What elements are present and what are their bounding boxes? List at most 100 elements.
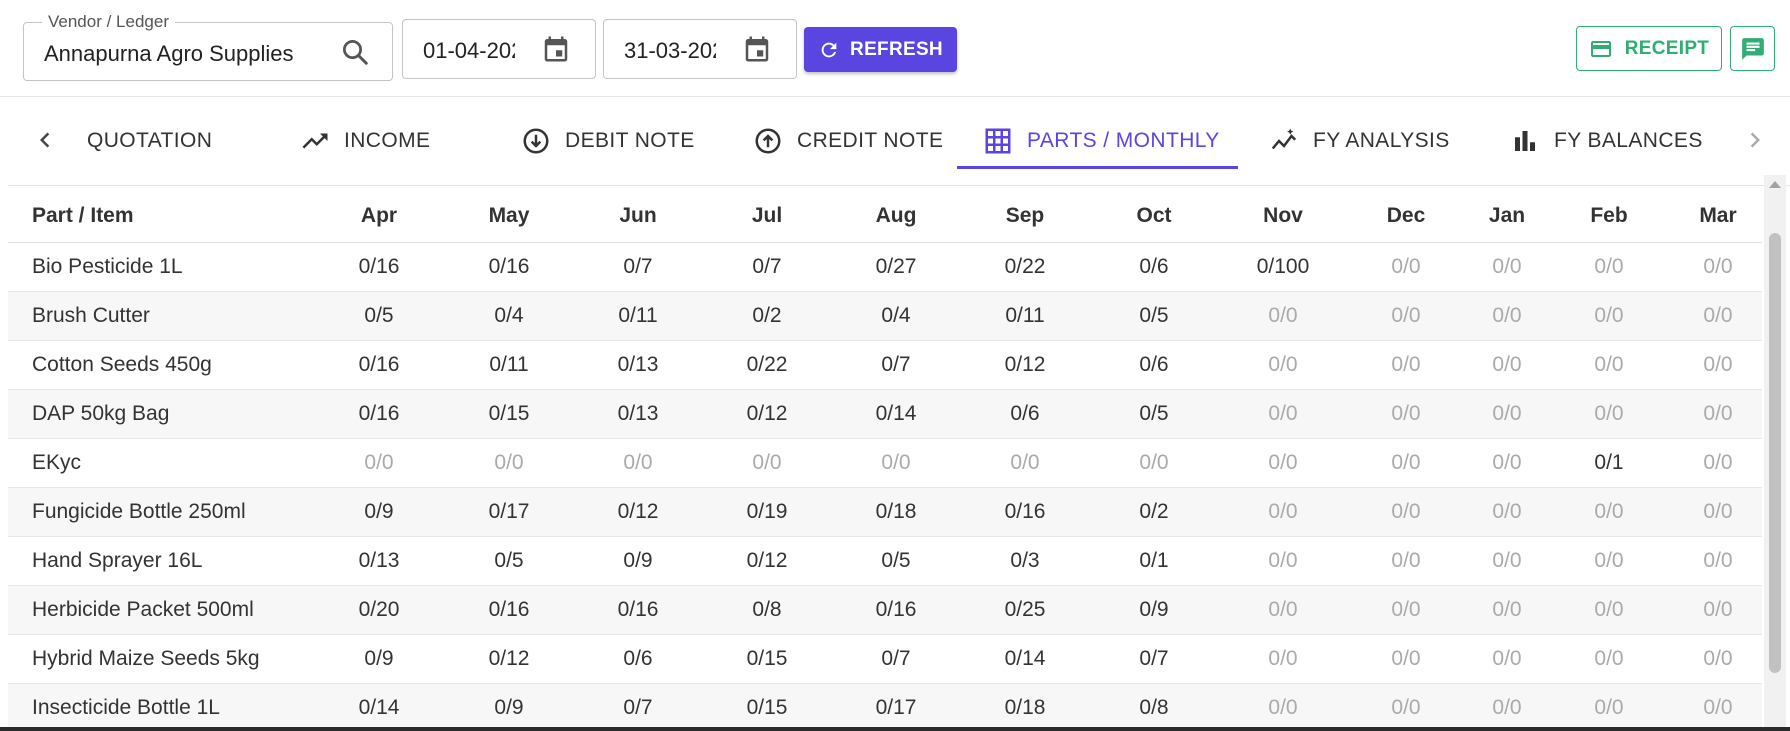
tab-credit-note[interactable]: CREDIT NOTE [753, 97, 943, 185]
cell-month-value: 0/0 [1703, 647, 1733, 670]
cell-month-value: 0/7 [881, 647, 911, 670]
table-row[interactable]: Hybrid Maize Seeds 5kg 0/9 0/12 0/6 0/15 0/7 0… [8, 635, 1762, 684]
cell-month-value: 0/0 [1492, 500, 1522, 523]
cell-month-value: 0/17 [488, 500, 530, 523]
cell-month-value: 0/0 [1492, 549, 1522, 572]
cell-month-value: 0/0 [1703, 304, 1733, 327]
table-row[interactable]: EKyc 0/0 0/0 0/0 0/0 0/0 0/0 0/0 0/0 0/0 0/0 0/1 0/0 [8, 439, 1762, 488]
message-button[interactable] [1730, 26, 1775, 71]
cell-month-value: 0/0 [1594, 353, 1624, 376]
table-row[interactable]: Insecticide Bottle 1L 0/14 0/9 0/7 0/15 0/17 0… [8, 684, 1762, 731]
column-header-month[interactable]: Jun [583, 204, 693, 228]
tab-fy-analysis[interactable]: FY ANALYSIS [1269, 97, 1450, 185]
cell-month-value: 0/0 [1268, 696, 1298, 719]
tab-income[interactable]: INCOME [300, 97, 430, 185]
scroll-thumb[interactable] [1769, 233, 1781, 673]
calendar-icon[interactable] [742, 34, 772, 64]
table-row[interactable]: Cotton Seeds 450g 0/16 0/11 0/13 0/22 0/7 0/12… [8, 341, 1762, 390]
from-date-input[interactable]: 01-04-2024 [423, 38, 515, 64]
refresh-label: REFRESH [850, 38, 943, 60]
tab-quotation[interactable]: QUOTATION [87, 97, 212, 185]
cell-month-value: 0/0 [494, 451, 524, 474]
tab-fy-balances[interactable]: FY BALANCES [1510, 97, 1703, 185]
cell-month-value: 0/14 [875, 402, 917, 425]
cell-month-value: 0/0 [1492, 304, 1522, 327]
cell-month-value: 0/0 [1594, 549, 1624, 572]
tab-quotation-label: QUOTATION [87, 129, 213, 152]
to-date-field[interactable]: 31-03-2025 [603, 19, 797, 79]
cell-month-value: 0/0 [1594, 696, 1624, 719]
table-row[interactable]: DAP 50kg Bag 0/16 0/15 0/13 0/12 0/14 0/6 0/5 0/… [8, 390, 1762, 439]
cell-month-value: 0/11 [618, 304, 658, 327]
cell-month-value: 0/2 [752, 304, 782, 327]
cell-month-value: 0/0 [1492, 402, 1522, 425]
vendor-ledger-field[interactable]: Vendor / Ledger Annapurna Agro Supplies [23, 12, 393, 81]
cell-month-value: 0/15 [746, 696, 788, 719]
table-row[interactable]: Herbicide Packet 500ml 0/20 0/16 0/16 0/8 0/1… [8, 586, 1762, 635]
column-header-month[interactable]: Jul [712, 204, 822, 228]
tab-debit-note-label: DEBIT NOTE [565, 129, 695, 152]
column-header-month[interactable]: Apr [324, 204, 434, 228]
column-header-month[interactable]: Sep [970, 204, 1080, 228]
tab-debit-note[interactable]: DEBIT NOTE [521, 97, 695, 185]
cell-month-value: 0/0 [1268, 304, 1298, 327]
vertical-scrollbar[interactable] [1764, 175, 1786, 731]
cell-month-value: 0/0 [1594, 402, 1624, 425]
cell-month-value: 0/0 [1391, 647, 1421, 670]
tab-income-label: INCOME [344, 129, 431, 152]
column-header-month[interactable]: Feb [1554, 204, 1664, 228]
cell-part-name: Cotton Seeds 450g [32, 353, 212, 376]
refresh-button[interactable]: REFRESH [804, 27, 957, 72]
receipt-button[interactable]: RECEIPT [1576, 26, 1722, 71]
cell-month-value: 0/0 [1391, 402, 1421, 425]
cell-month-value: 0/0 [1492, 598, 1522, 621]
cell-month-value: 0/0 [1703, 500, 1733, 523]
table-row[interactable]: Fungicide Bottle 250ml 0/9 0/17 0/12 0/19 0/1… [8, 488, 1762, 537]
cell-month-value: 0/0 [1703, 451, 1733, 474]
cell-month-value: 0/6 [1139, 255, 1169, 278]
tab-parts-monthly[interactable]: PARTS / MONTHLY [983, 97, 1220, 185]
column-header-month[interactable]: Dec [1351, 204, 1461, 228]
column-header-month[interactable]: Mar [1663, 204, 1762, 228]
cell-month-value: 0/0 [1594, 647, 1624, 670]
cell-month-value: 0/0 [1268, 500, 1298, 523]
cell-month-value: 0/0 [1594, 304, 1624, 327]
cell-month-value: 0/12 [746, 549, 788, 572]
column-header-month[interactable]: Jan [1452, 204, 1562, 228]
table-row[interactable]: Bio Pesticide 1L 0/16 0/16 0/7 0/7 0/27 0/22 0/… [8, 243, 1762, 292]
arrow-up-circle-icon [755, 128, 781, 154]
chevron-left-icon[interactable] [30, 125, 60, 155]
column-header-part[interactable]: Part / Item [32, 204, 292, 228]
vendor-ledger-input[interactable]: Annapurna Agro Supplies [44, 41, 312, 67]
column-header-month[interactable]: Oct [1099, 204, 1209, 228]
cell-month-value: 0/0 [1703, 696, 1733, 719]
trending-up-icon [302, 133, 328, 149]
cell-month-value: 0/11 [489, 353, 529, 376]
cell-month-value: 0/15 [488, 402, 530, 425]
calendar-icon[interactable] [541, 34, 571, 64]
cell-month-value: 0/6 [1010, 402, 1040, 425]
refresh-icon [821, 42, 837, 57]
cell-month-value: 0/12 [617, 500, 659, 523]
cell-month-value: 0/9 [364, 647, 394, 670]
cell-part-name: DAP 50kg Bag [32, 402, 170, 425]
table-row[interactable]: Hand Sprayer 16L 0/13 0/5 0/9 0/12 0/5 0/3 0/1 0… [8, 537, 1762, 586]
cell-month-value: 0/0 [1492, 647, 1522, 670]
cell-month-value: 0/0 [1492, 255, 1522, 278]
top-toolbar: Vendor / Ledger Annapurna Agro Supplies … [0, 0, 1790, 97]
cell-month-value: 0/0 [1268, 402, 1298, 425]
from-date-field[interactable]: 01-04-2024 [402, 19, 596, 79]
active-tab-indicator [957, 166, 1238, 169]
cell-month-value: 0/0 [1594, 598, 1624, 621]
column-header-month[interactable]: Nov [1228, 204, 1338, 228]
search-icon[interactable] [340, 37, 370, 67]
column-header-month[interactable]: Aug [841, 204, 951, 228]
bar-chart-icon [1515, 131, 1535, 151]
to-date-input[interactable]: 31-03-2025 [624, 38, 716, 64]
cell-month-value: 0/8 [1139, 696, 1169, 719]
table-row[interactable]: Brush Cutter 0/5 0/4 0/11 0/2 0/4 0/11 0/5 0/0 0/… [8, 292, 1762, 341]
column-header-month[interactable]: May [454, 204, 564, 228]
chevron-right-icon[interactable] [1740, 125, 1770, 155]
scroll-up-arrow[interactable] [1769, 181, 1781, 188]
cell-month-value: 0/6 [623, 647, 653, 670]
